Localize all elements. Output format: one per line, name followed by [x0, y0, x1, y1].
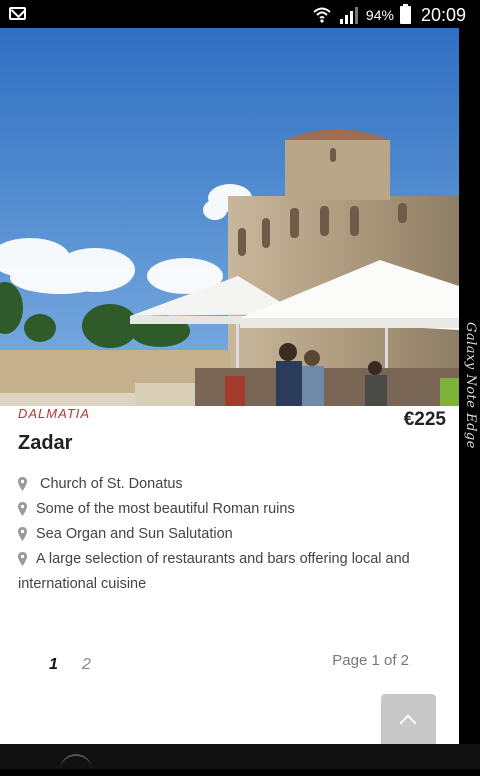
page-1-link[interactable]: 1	[49, 656, 58, 674]
feature-text: Sea Organ and Sun Salutation	[36, 526, 233, 542]
listing-price: €225	[403, 409, 446, 430]
scroll-to-top-button[interactable]	[381, 694, 436, 744]
clock: 20:09	[420, 4, 466, 25]
battery-icon	[399, 4, 411, 24]
battery-percent: 94%	[365, 7, 394, 23]
map-pin-icon	[18, 477, 27, 491]
map-pin-icon	[18, 527, 27, 541]
feature-list: Church of St. Donatus Some of the most b…	[18, 472, 438, 597]
feature-text: Church of St. Donatus	[40, 476, 183, 492]
page-indicator: Page 1 of 2	[332, 652, 409, 669]
feature-item: Church of St. Donatus	[18, 472, 438, 497]
device-edge-label: Galaxy Note Edge	[463, 322, 478, 449]
feature-text: A large selection of restaurants and bar…	[18, 551, 410, 592]
feature-text: Some of the most beautiful Roman ruins	[36, 501, 295, 517]
status-icons: 94% 20:09	[312, 4, 466, 26]
home-button-edge	[60, 754, 92, 776]
wifi-icon	[313, 7, 331, 23]
feature-item: Sea Organ and Sun Salutation	[18, 522, 438, 547]
status-bar: 94% 20:09	[0, 0, 480, 28]
mail-icon	[9, 7, 26, 20]
listing-category: DALMATIA	[18, 406, 91, 421]
chevron-up-icon	[399, 714, 417, 732]
signal-icon	[339, 7, 358, 24]
listing-title[interactable]: Zadar	[18, 432, 72, 455]
listing-card[interactable]	[0, 28, 459, 744]
page-2-link[interactable]: 2	[82, 656, 91, 674]
map-pin-icon	[18, 552, 27, 566]
hero-image	[0, 28, 459, 406]
feature-item: A large selection of restaurants and bar…	[18, 547, 438, 597]
map-pin-icon	[18, 502, 27, 516]
bottom-bar	[0, 744, 480, 769]
pagination: 1 2 Page 1 of 2	[0, 648, 459, 678]
feature-item: Some of the most beautiful Roman ruins	[18, 497, 438, 522]
